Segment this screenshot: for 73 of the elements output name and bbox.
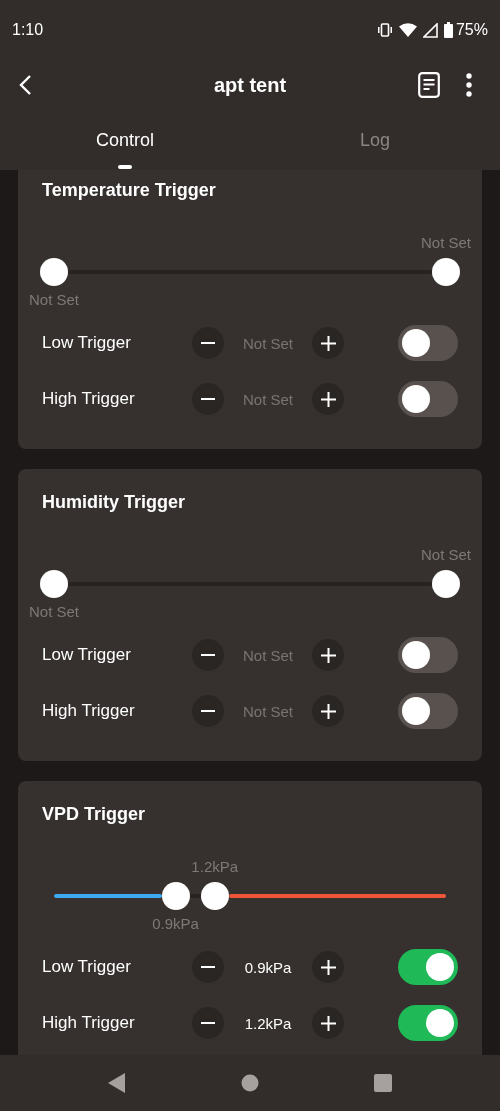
decrease-button[interactable] [192,639,224,671]
plus-icon [320,703,336,719]
trigger-label: Low Trigger [42,957,132,977]
low-value-label: Not Set [29,603,79,620]
card-title: Temperature Trigger [42,179,217,202]
slider-thumb[interactable] [432,570,460,598]
increase-button[interactable] [312,327,344,359]
status-time: 1:10 [12,21,44,39]
battery-icon [443,22,453,38]
signal-icon [422,22,438,38]
low-value-label: Not Set [29,291,79,308]
plus-icon [320,647,336,663]
trigger-label: High Trigger [42,701,136,721]
slider-thumb[interactable] [40,570,68,598]
more-icon[interactable] [466,73,472,97]
minus-icon [201,654,215,656]
high-value-label: 1.2kPa [191,858,239,875]
increase-button[interactable] [312,951,344,983]
trigger-label: Low Trigger [42,645,132,665]
increase-button[interactable] [312,695,344,727]
home-nav-icon[interactable] [241,1074,259,1092]
tab[interactable]: Log [250,110,500,170]
low-value-label: 0.9kPa [152,915,199,932]
card-title: Humidity Trigger [42,491,186,514]
trigger-value: Not Set [242,646,294,664]
trigger-toggle[interactable] [398,1005,458,1041]
decrease-button[interactable] [192,327,224,359]
minus-icon [201,710,215,712]
trigger-value: Not Set [242,702,294,720]
slider-thumb[interactable] [161,882,190,910]
minus-icon [201,398,215,400]
trigger-label: Low Trigger [42,333,132,353]
plus-icon [320,335,336,351]
card-title: VPD Trigger [42,803,147,826]
trigger-toggle[interactable] [398,637,458,673]
page-title: apt tent [213,73,287,97]
minus-icon [201,342,215,344]
plus-icon [320,959,336,975]
decrease-button[interactable] [192,383,224,415]
minus-icon [201,966,215,968]
slider-thumb[interactable] [40,258,68,286]
back-icon[interactable] [18,74,32,96]
trigger-toggle[interactable] [398,949,458,985]
trigger-label: High Trigger [42,1013,136,1033]
trigger-value: Not Set [242,390,294,408]
decrease-button[interactable] [192,951,224,983]
trigger-value: Not Set [242,334,294,352]
recents-nav-icon[interactable] [374,1074,393,1092]
tab[interactable]: Control [0,110,250,170]
trigger-label: High Trigger [42,389,136,409]
high-value-label: Not Set [421,234,471,251]
document-icon[interactable] [418,72,440,98]
tab-indicator [118,165,132,169]
minus-icon [201,1022,215,1024]
trigger-toggle[interactable] [398,381,458,417]
slider-thumb[interactable] [432,258,460,286]
wifi-icon [398,23,417,37]
slider-thumb[interactable] [200,882,229,910]
decrease-button[interactable] [192,695,224,727]
increase-button[interactable] [312,383,344,415]
trigger-toggle[interactable] [398,693,458,729]
trigger-value: 1.2kPa [243,1014,293,1032]
high-value-label: Not Set [421,546,471,563]
back-nav-icon[interactable] [107,1073,126,1093]
vibrate-icon [376,23,393,37]
increase-button[interactable] [312,1007,344,1039]
increase-button[interactable] [312,639,344,671]
trigger-toggle[interactable] [398,325,458,361]
battery-percent: 75% [455,21,488,39]
plus-icon [320,391,336,407]
plus-icon [320,1015,336,1031]
decrease-button[interactable] [192,1007,224,1039]
trigger-value: 0.9kPa [243,958,293,976]
